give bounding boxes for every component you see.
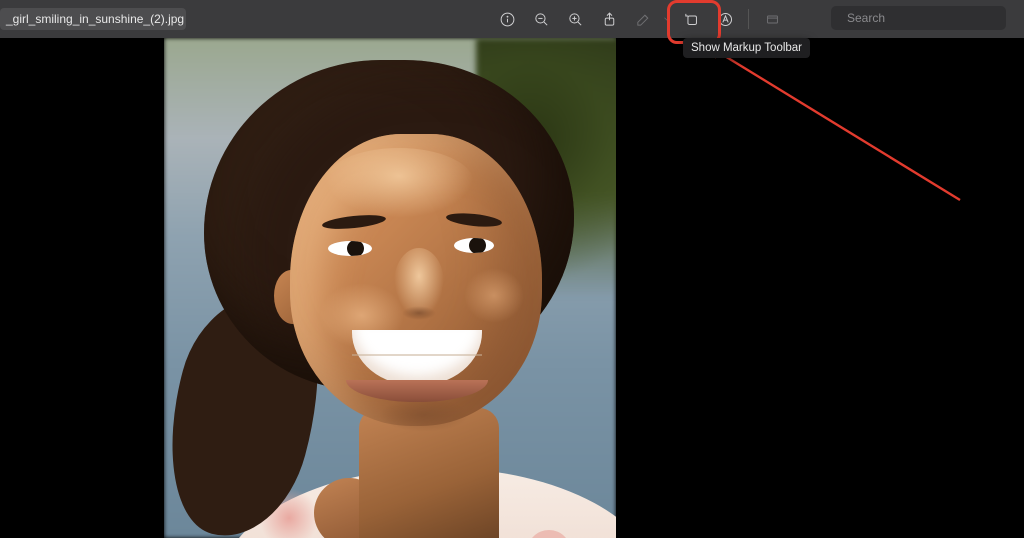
search-field[interactable] (831, 6, 1006, 30)
info-icon (499, 11, 516, 28)
chevron-down-icon (662, 14, 672, 24)
image-canvas (0, 38, 1024, 538)
zoom-out-icon (533, 11, 550, 28)
rotate-icon (683, 11, 700, 28)
rotate-button[interactable] (674, 4, 708, 34)
zoom-in-button[interactable] (558, 4, 592, 34)
share-button[interactable] (592, 4, 626, 34)
zoom-in-icon (567, 11, 584, 28)
markup-tooltip: Show Markup Toolbar (683, 38, 810, 58)
crop-button[interactable] (755, 4, 789, 34)
markup-icon (717, 11, 734, 28)
crop-icon (764, 11, 781, 28)
file-title: _girl_smiling_in_sunshine_(2).jpg (0, 8, 186, 30)
highlight-menu-button[interactable] (660, 4, 674, 34)
toolbar: _girl_smiling_in_sunshine_(2).jpg (0, 0, 1024, 39)
search-input[interactable] (845, 10, 1004, 26)
photo-content (164, 38, 616, 538)
zoom-out-button[interactable] (524, 4, 558, 34)
info-button[interactable] (490, 4, 524, 34)
toolbar-buttons (490, 0, 789, 38)
markup-button[interactable] (708, 4, 742, 34)
toolbar-separator (748, 9, 749, 29)
share-icon (601, 11, 618, 28)
highlight-button[interactable] (626, 4, 660, 34)
highlight-icon (635, 11, 652, 28)
